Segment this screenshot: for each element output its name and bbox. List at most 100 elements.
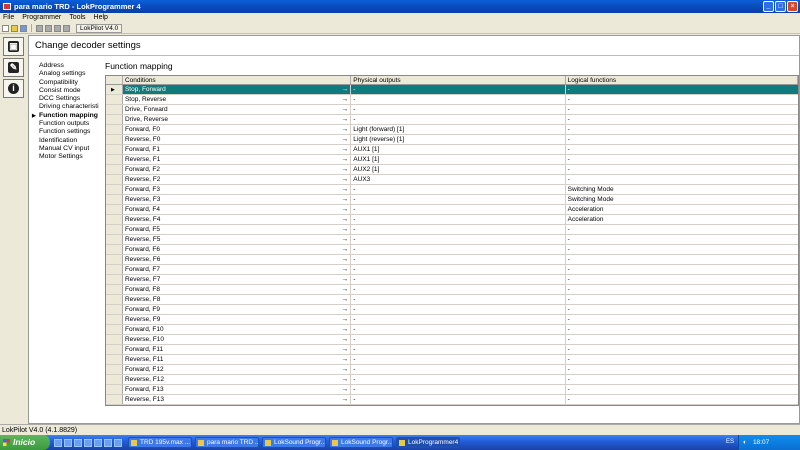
- table-row[interactable]: Forward, F3 → - Switching Mode: [106, 185, 798, 195]
- table-row[interactable]: Forward, F0 → Light (forward) [1] -: [106, 125, 798, 135]
- quick-launch-icon[interactable]: [84, 438, 92, 447]
- cell-physical-output[interactable]: -: [351, 185, 566, 194]
- table-row[interactable]: Drive, Forward → - -: [106, 105, 798, 115]
- row-header[interactable]: [106, 185, 123, 194]
- cell-physical-output[interactable]: -: [351, 285, 566, 294]
- cell-physical-output[interactable]: -: [351, 115, 566, 124]
- cell-condition[interactable]: Reverse, F9 →: [123, 315, 352, 324]
- cell-logical-function[interactable]: -: [566, 95, 798, 104]
- cell-logical-function[interactable]: -: [566, 375, 798, 384]
- row-header[interactable]: [106, 115, 123, 124]
- menu-programmer[interactable]: Programmer: [22, 13, 61, 23]
- cell-physical-output[interactable]: -: [351, 245, 566, 254]
- cell-logical-function[interactable]: -: [566, 345, 798, 354]
- cell-condition[interactable]: Stop, Reverse →: [123, 95, 352, 104]
- open-folder-icon[interactable]: [11, 24, 18, 32]
- menu-help[interactable]: Help: [94, 13, 108, 23]
- cell-physical-output[interactable]: -: [351, 325, 566, 334]
- cell-condition[interactable]: Forward, F2 →: [123, 165, 352, 174]
- cell-physical-output[interactable]: -: [351, 295, 566, 304]
- nav-item-function-mapping[interactable]: Function mapping: [31, 112, 101, 120]
- decoder-settings-button[interactable]: ▣: [3, 37, 24, 56]
- cell-physical-output[interactable]: -: [351, 335, 566, 344]
- cell-condition[interactable]: Forward, F5 →: [123, 225, 352, 234]
- cell-condition[interactable]: Forward, F12 →: [123, 365, 352, 374]
- cell-condition[interactable]: Reverse, F8 →: [123, 295, 352, 304]
- cell-physical-output[interactable]: -: [351, 365, 566, 374]
- cell-logical-function[interactable]: -: [566, 385, 798, 394]
- table-row[interactable]: Forward, F4 → - Acceleration: [106, 205, 798, 215]
- cell-condition[interactable]: Reverse, F0 →: [123, 135, 352, 144]
- row-header[interactable]: [106, 275, 123, 284]
- cell-physical-output[interactable]: Light (reverse) [1]: [351, 135, 566, 144]
- nav-item-address[interactable]: Address: [31, 62, 101, 70]
- cell-condition[interactable]: Forward, F13 →: [123, 385, 352, 394]
- quick-launch-icon[interactable]: [64, 438, 72, 447]
- row-header[interactable]: [106, 225, 123, 234]
- nav-item-function-outputs[interactable]: Function outputs: [31, 120, 101, 128]
- table-row[interactable]: Forward, F1 → AUX1 [1] -: [106, 145, 798, 155]
- cell-condition[interactable]: Forward, F7 →: [123, 265, 352, 274]
- cell-condition[interactable]: Reverse, F13 →: [123, 395, 352, 404]
- nav-item-identification[interactable]: Identification: [31, 137, 101, 145]
- row-header[interactable]: ▶: [106, 85, 123, 94]
- column-header-physical-outputs[interactable]: Physical outputs: [351, 76, 566, 84]
- table-row[interactable]: Forward, F6 → - -: [106, 245, 798, 255]
- cell-physical-output[interactable]: -: [351, 385, 566, 394]
- table-row[interactable]: Forward, F11 → - -: [106, 345, 798, 355]
- table-row[interactable]: Reverse, F13 → - -: [106, 395, 798, 405]
- cell-condition[interactable]: Reverse, F11 →: [123, 355, 352, 364]
- cell-logical-function[interactable]: -: [566, 235, 798, 244]
- table-row[interactable]: Drive, Reverse → - -: [106, 115, 798, 125]
- row-header[interactable]: [106, 125, 123, 134]
- cell-physical-output[interactable]: -: [351, 345, 566, 354]
- cell-physical-output[interactable]: AUX3: [351, 175, 566, 184]
- row-header[interactable]: [106, 315, 123, 324]
- row-header[interactable]: [106, 155, 123, 164]
- table-row[interactable]: Reverse, F4 → - Acceleration: [106, 215, 798, 225]
- cell-condition[interactable]: Forward, F9 →: [123, 305, 352, 314]
- arrow-icon[interactable]: [54, 24, 61, 32]
- table-row[interactable]: Reverse, F0 → Light (reverse) [1] -: [106, 135, 798, 145]
- cell-physical-output[interactable]: -: [351, 205, 566, 214]
- menu-tools[interactable]: Tools: [69, 13, 85, 23]
- cell-condition[interactable]: Forward, F3 →: [123, 185, 352, 194]
- cell-condition[interactable]: Reverse, F2 →: [123, 175, 352, 184]
- cell-logical-function[interactable]: -: [566, 335, 798, 344]
- cell-logical-function[interactable]: -: [566, 175, 798, 184]
- table-row[interactable]: Reverse, F12 → - -: [106, 375, 798, 385]
- cell-logical-function[interactable]: -: [566, 125, 798, 134]
- cell-condition[interactable]: Forward, F4 →: [123, 205, 352, 214]
- row-header[interactable]: [106, 245, 123, 254]
- nav-item-manual-cv-input[interactable]: Manual CV input: [31, 145, 101, 153]
- cell-logical-function[interactable]: -: [566, 355, 798, 364]
- cell-logical-function[interactable]: -: [566, 325, 798, 334]
- cell-logical-function[interactable]: Switching Mode: [566, 195, 798, 204]
- cell-logical-function[interactable]: -: [566, 285, 798, 294]
- table-row[interactable]: Reverse, F8 → - -: [106, 295, 798, 305]
- cell-logical-function[interactable]: -: [566, 315, 798, 324]
- row-header[interactable]: [106, 285, 123, 294]
- row-header[interactable]: [106, 135, 123, 144]
- table-row[interactable]: Forward, F9 → - -: [106, 305, 798, 315]
- cell-physical-output[interactable]: Light (forward) [1]: [351, 125, 566, 134]
- table-row[interactable]: Forward, F8 → - -: [106, 285, 798, 295]
- cell-physical-output[interactable]: -: [351, 105, 566, 114]
- taskbar-task[interactable]: para mario TRD ...: [195, 437, 259, 448]
- maximize-button[interactable]: □: [775, 1, 786, 12]
- cell-physical-output[interactable]: -: [351, 225, 566, 234]
- taskbar-task[interactable]: LokProgrammer4: [396, 437, 460, 448]
- language-indicator[interactable]: ES: [726, 435, 734, 450]
- taskbar-task[interactable]: TRD 195v.max ...: [128, 437, 192, 448]
- cell-logical-function[interactable]: -: [566, 255, 798, 264]
- row-header[interactable]: [106, 345, 123, 354]
- cell-logical-function[interactable]: -: [566, 395, 798, 404]
- table-row[interactable]: Reverse, F5 → - -: [106, 235, 798, 245]
- row-header[interactable]: [106, 255, 123, 264]
- quick-launch-icon[interactable]: [114, 438, 122, 447]
- nav-item-driving-characteristics[interactable]: Driving characteristi: [31, 103, 101, 111]
- cell-physical-output[interactable]: -: [351, 315, 566, 324]
- row-header[interactable]: [106, 205, 123, 214]
- write-decoder-icon[interactable]: [45, 24, 52, 32]
- cell-physical-output[interactable]: -: [351, 195, 566, 204]
